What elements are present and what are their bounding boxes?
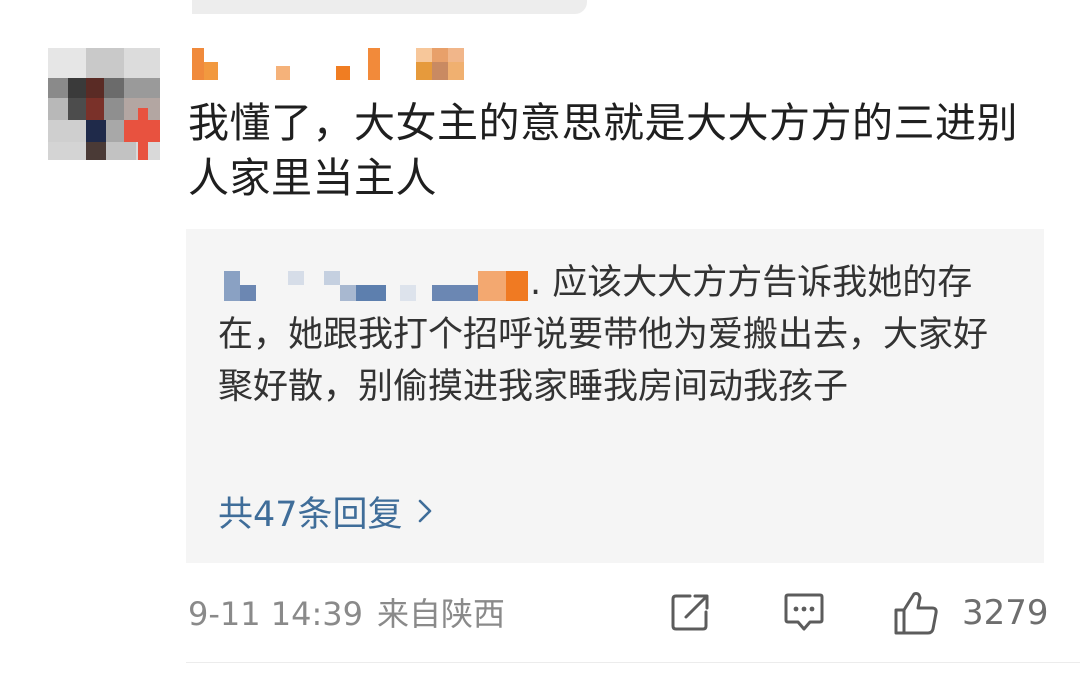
reply-count-label: 共47条回复 <box>218 494 403 535</box>
like-button[interactable]: 3279 <box>892 588 1049 638</box>
comment-button[interactable] <box>782 590 826 640</box>
weibo-comment-screen: 我懂了，大女主的意思就是大大方方的三进别人家里当主人 . 应该大大方方告诉我她的… <box>0 0 1080 679</box>
divider <box>186 662 1080 663</box>
comment-text: 我懂了，大女主的意思就是大大方方的三进别人家里当主人 <box>188 99 1018 202</box>
avatar[interactable] <box>48 48 160 160</box>
comment-meta: 9-11 14:39 来自陕西 <box>188 594 505 634</box>
reply-preview[interactable]: . 应该大大方方告诉我她的存在，她跟我打个招呼说要带他为爱搬出去，大家好聚好散，… <box>186 229 1044 563</box>
reply-text: . 应该大大方方告诉我她的存在，她跟我打个招呼说要带他为爱搬出去，大家好聚好散，… <box>218 257 1018 413</box>
previous-item-edge <box>192 0 587 14</box>
comment-location: 来自陕西 <box>377 595 506 633</box>
view-replies-link[interactable]: 共47条回复 <box>218 486 433 536</box>
share-button[interactable] <box>668 590 712 638</box>
thumbs-up-icon <box>894 592 938 635</box>
like-count: 3279 <box>962 593 1049 633</box>
share-icon <box>671 594 709 631</box>
username[interactable] <box>192 44 472 80</box>
comment-date: 9-11 14:39 <box>188 595 364 633</box>
sweat-smile-icon <box>850 365 884 399</box>
comment-footer: 9-11 14:39 来自陕西 3279 <box>188 588 1049 642</box>
comment-icon <box>784 593 824 631</box>
chevron-right-icon <box>418 499 431 523</box>
